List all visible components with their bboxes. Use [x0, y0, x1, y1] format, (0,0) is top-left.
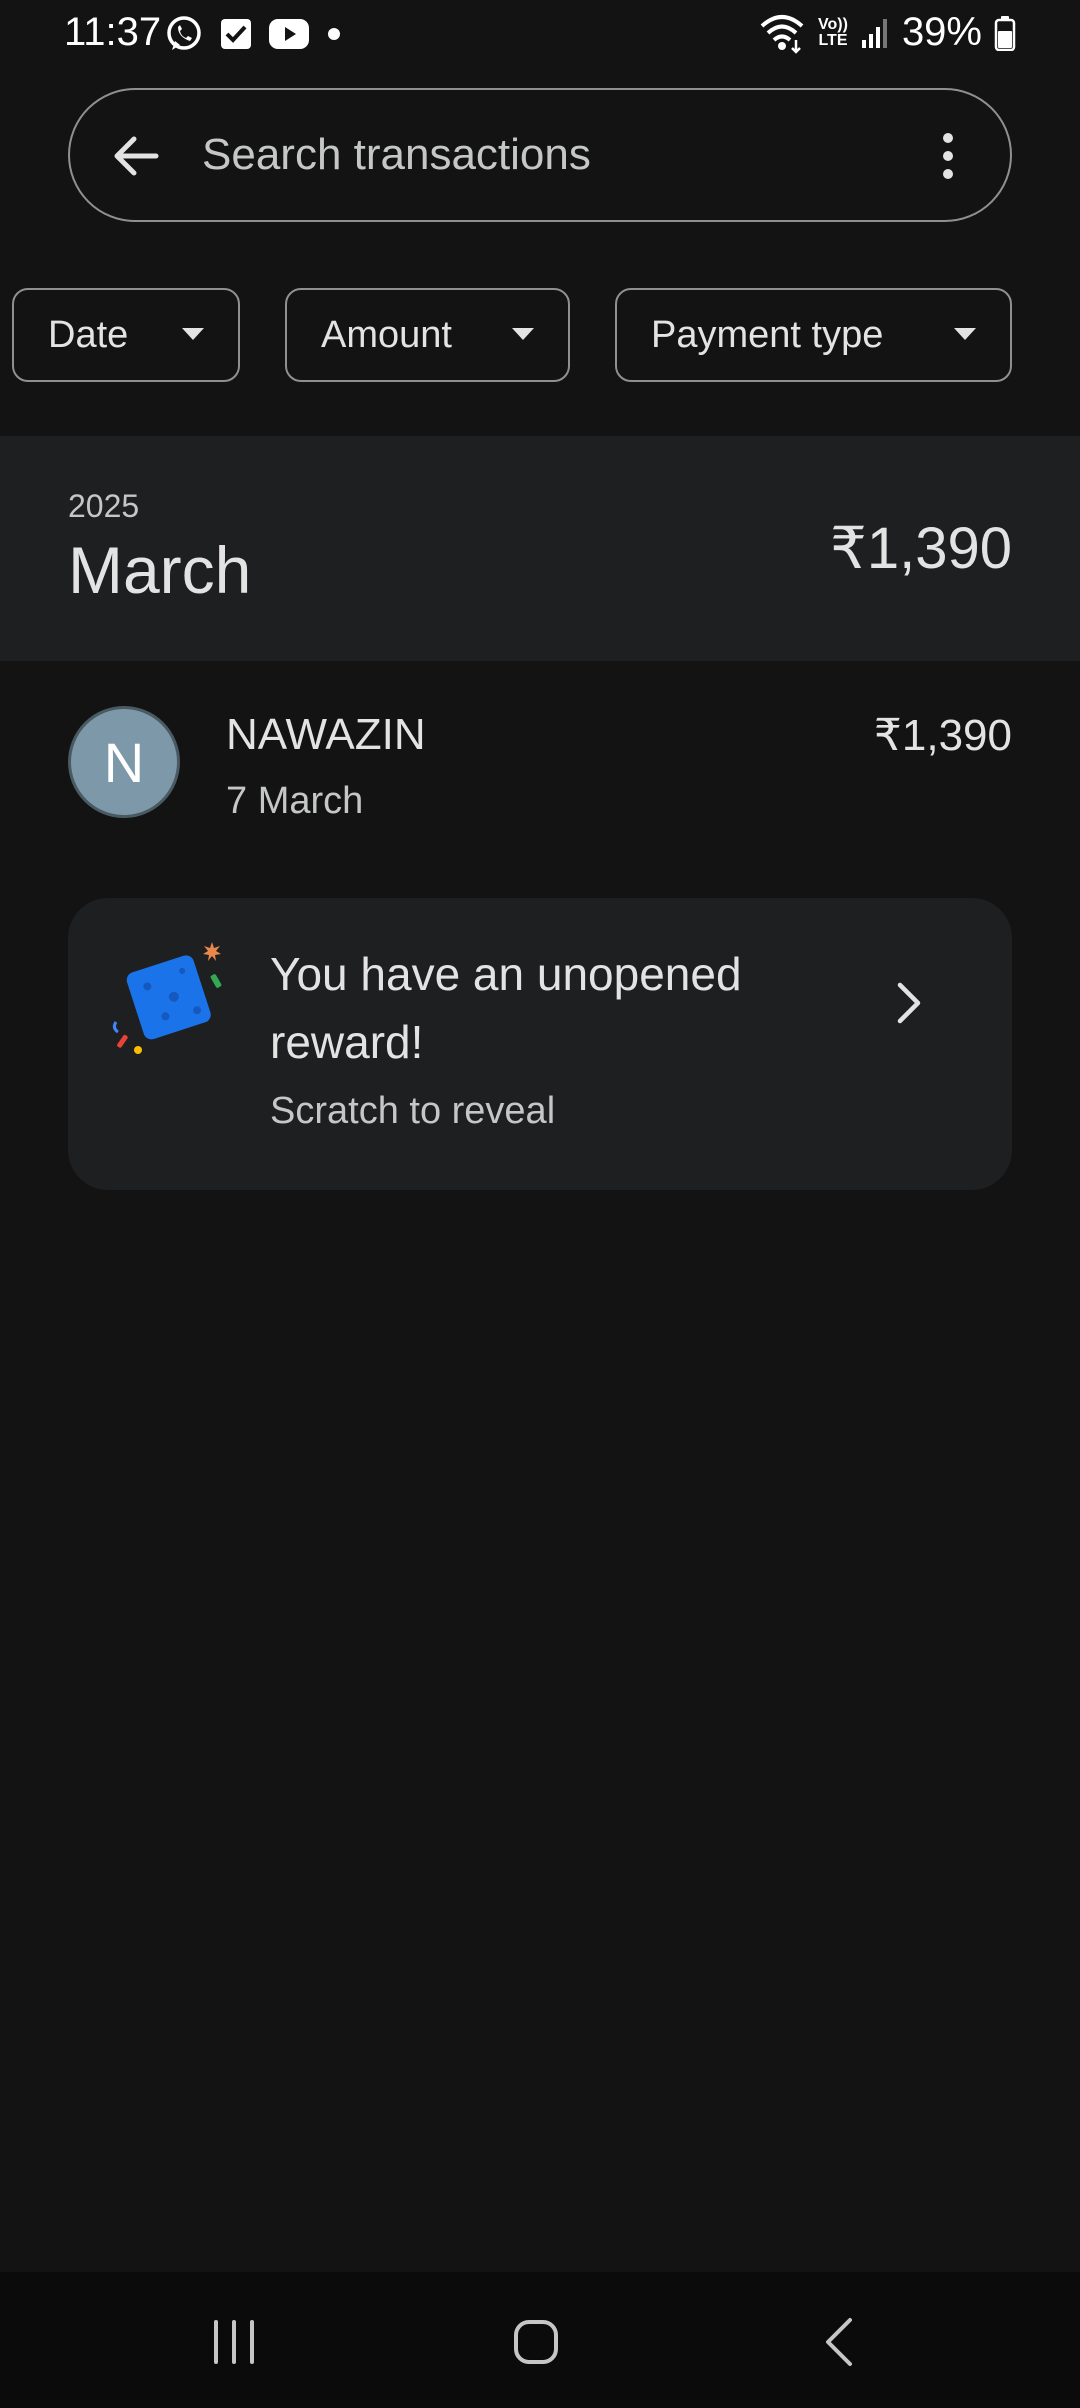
more-options-icon[interactable]: [938, 132, 958, 180]
reward-title: You have an unopened reward!: [270, 948, 742, 1068]
transaction-amount: ₹1,390: [873, 711, 1012, 760]
amount-filter-chip[interactable]: Amount: [285, 288, 570, 382]
battery-icon: [994, 15, 1016, 51]
youtube-icon: [269, 19, 309, 49]
status-bar: 11:37 Vo)) LTE 39%: [0, 0, 1080, 72]
signal-icon: [861, 18, 887, 48]
home-icon[interactable]: [506, 2312, 566, 2372]
system-icons: Vo)) LTE 39%: [758, 10, 1016, 55]
volte-icon: Vo)) LTE: [818, 15, 848, 49]
system-navigation-bar: [0, 2272, 1080, 2408]
transaction-name: NAWAZIN: [226, 710, 426, 759]
transaction-date: 7 March: [226, 780, 364, 822]
dropdown-caret-icon: [512, 328, 534, 340]
month-group-header: 2025 March ₹1,390: [0, 436, 1080, 661]
payment-type-filter-label: Payment type: [651, 313, 884, 356]
dropdown-caret-icon: [182, 328, 204, 340]
lte-label: LTE: [818, 31, 848, 49]
search-input[interactable]: [202, 120, 882, 190]
status-time: 11:37: [64, 10, 162, 54]
payment-type-filter-chip[interactable]: Payment type: [615, 288, 1012, 382]
avatar-initial: N: [103, 730, 145, 794]
month-total: ₹1,390: [829, 516, 1012, 581]
transactions-screen: 11:37 Vo)) LTE 39% Search transactions D…: [0, 0, 1080, 2408]
dot-icon: [328, 28, 340, 40]
back-arrow-icon[interactable]: [108, 128, 164, 184]
whatsapp-icon: [167, 16, 201, 50]
search-bar: [68, 88, 1012, 222]
reward-subtitle: Scratch to reveal: [270, 1090, 556, 1132]
scratch-card-icon: [112, 942, 222, 1054]
month-name: March: [68, 533, 252, 607]
volte-label: Vo)): [818, 15, 848, 33]
wifi-icon: [760, 14, 804, 54]
back-icon[interactable]: [810, 2312, 870, 2372]
date-filter-label: Date: [48, 313, 129, 356]
battery-percent: 39%: [901, 10, 982, 54]
reward-card[interactable]: You have an unopened reward! Scratch to …: [68, 898, 1012, 1190]
date-filter-chip[interactable]: Date: [12, 288, 240, 382]
checkbox-icon: [221, 19, 251, 49]
chevron-right-icon: [897, 982, 921, 1024]
avatar: N: [68, 706, 180, 818]
notification-icons: [164, 14, 344, 54]
dropdown-caret-icon: [954, 328, 976, 340]
recents-icon[interactable]: [204, 2312, 264, 2372]
transaction-row[interactable]: N NAWAZIN 7 March ₹1,390: [0, 690, 1080, 840]
amount-filter-label: Amount: [321, 313, 452, 356]
month-year: 2025: [68, 488, 140, 524]
